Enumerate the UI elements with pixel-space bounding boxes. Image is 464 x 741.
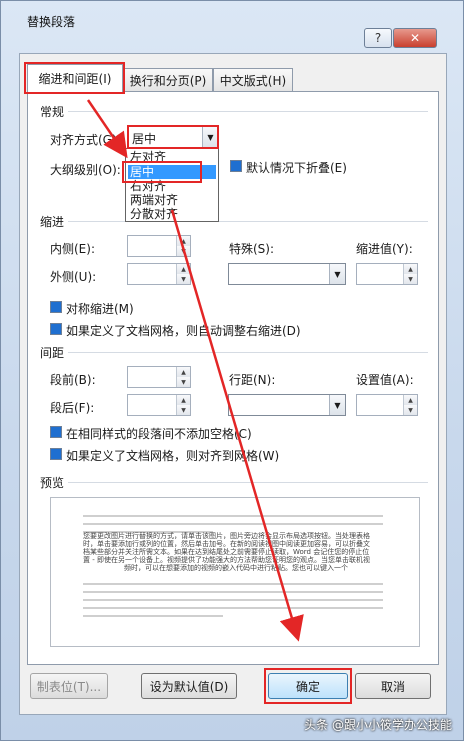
space-after-label: 段后(F):	[50, 401, 95, 415]
outside-indent-label: 外侧(U):	[50, 270, 97, 284]
preview-sample-line: 档某些部分并关注所需文本。如果在达到结尾处之前需要停止读取，Word 会记住您的…	[83, 548, 370, 556]
general-heading: 常规	[40, 105, 65, 119]
alignment-value: 居中	[132, 132, 157, 146]
preview-box: 您要更改图片进行替换的方式，请单击该图片，图片旁边将会显示布局选项按钮。当处理表…	[50, 497, 420, 647]
align-option-distributed[interactable]: 分散对齐	[128, 207, 216, 221]
divider	[68, 352, 428, 353]
tab-indents-spacing[interactable]: 缩进和间距(I)	[27, 64, 123, 92]
tabs-button[interactable]: 制表位(T)...	[30, 673, 108, 699]
special-label: 特殊(S):	[229, 242, 275, 256]
indent-by-spinner[interactable]: ▲ ▼	[356, 263, 418, 285]
inside-indent-spinner[interactable]: ▲ ▼	[127, 235, 191, 257]
outside-indent-spinner[interactable]: ▲ ▼	[127, 263, 191, 285]
snap-to-grid-checkbox[interactable]	[50, 448, 62, 460]
indent-by-label: 缩进值(Y):	[356, 242, 413, 256]
spacing-at-label: 设置值(A):	[356, 373, 414, 387]
indent-heading: 缩进	[40, 215, 65, 229]
spin-up-icon[interactable]: ▲	[403, 395, 417, 405]
chevron-down-icon[interactable]: ▼	[329, 264, 345, 284]
collapse-default-checkbox[interactable]	[230, 160, 242, 172]
no-space-same-style-label: 在相同样式的段落间不添加空格(C)	[66, 427, 252, 441]
alignment-select[interactable]: 居中 ▼	[127, 126, 219, 148]
spin-down-icon[interactable]: ▼	[403, 274, 417, 284]
tab-asian-typography[interactable]: 中文版式(H)	[213, 68, 293, 91]
preview-next-paragraph	[83, 608, 389, 617]
align-option-left[interactable]: 左对齐	[128, 150, 216, 164]
mirror-indent-label: 对称缩进(M)	[66, 302, 134, 316]
preview-prev-paragraph	[83, 524, 389, 533]
preview-next-paragraph	[83, 600, 389, 609]
set-default-button[interactable]: 设为默认值(D)	[141, 673, 237, 699]
preview-sample-line: 置 - 即使在另一个设备上。视频提供了功能强大的方法帮助您证明您的观点。当您单击…	[83, 556, 370, 564]
spin-down-icon[interactable]: ▼	[176, 377, 190, 387]
spin-up-icon[interactable]: ▲	[176, 236, 190, 246]
spacing-at-spinner[interactable]: ▲ ▼	[356, 394, 418, 416]
divider	[68, 482, 428, 483]
preview-prev-paragraph	[83, 508, 389, 517]
alignment-label: 对齐方式(G):	[50, 133, 121, 147]
spin-down-icon[interactable]: ▼	[176, 274, 190, 284]
dialog-title: 替换段落	[27, 15, 76, 29]
preview-next-paragraph	[83, 584, 389, 593]
mirror-indent-checkbox[interactable]	[50, 301, 62, 313]
spacing-heading: 间距	[40, 346, 65, 360]
spin-down-icon[interactable]: ▼	[176, 405, 190, 415]
space-before-spinner[interactable]: ▲ ▼	[127, 366, 191, 388]
align-option-justify[interactable]: 两端对齐	[128, 193, 216, 207]
align-option-right[interactable]: 右对齐	[128, 179, 216, 193]
chevron-down-icon[interactable]: ▼	[202, 127, 218, 147]
inside-indent-label: 内侧(E):	[50, 242, 95, 256]
special-indent-select[interactable]: ▼	[228, 263, 346, 285]
divider	[68, 221, 428, 222]
preview-sample-line: 时，单击要添加行或列的位置，然后单击加号。在新的阅读视图中阅读更加容易，可以折叠…	[83, 540, 370, 548]
preview-sample-line: 频时，可以在想要添加的视频的嵌入代码中进行粘贴。您也可以键入一个	[124, 564, 348, 572]
chevron-down-icon[interactable]: ▼	[329, 395, 345, 415]
preview-heading: 预览	[40, 476, 65, 490]
tab-line-page-breaks[interactable]: 换行和分页(P)	[123, 68, 213, 91]
preview-sample-line: 您要更改图片进行替换的方式，请单击该图片，图片旁边将会显示布局选项按钮。当处理表…	[83, 532, 370, 540]
spin-up-icon[interactable]: ▲	[176, 395, 190, 405]
line-spacing-label: 行距(N):	[229, 373, 276, 387]
auto-adjust-label: 如果定义了文档网格，则自动调整右缩进(D)	[66, 324, 301, 338]
auto-adjust-checkbox[interactable]	[50, 323, 62, 335]
preview-prev-paragraph	[83, 516, 389, 525]
no-space-same-style-checkbox[interactable]	[50, 426, 62, 438]
spin-down-icon[interactable]: ▼	[176, 246, 190, 256]
collapse-default-label: 默认情况下折叠(E)	[246, 161, 347, 175]
ok-button[interactable]: 确定	[268, 673, 348, 699]
close-button[interactable]: ✕	[393, 28, 437, 48]
spin-up-icon[interactable]: ▲	[176, 264, 190, 274]
spin-up-icon[interactable]: ▲	[176, 367, 190, 377]
spin-up-icon[interactable]: ▲	[403, 264, 417, 274]
outline-level-label: 大纲级别(O):	[50, 163, 121, 177]
preview-next-paragraph	[83, 576, 389, 585]
alignment-options-list: 左对齐 居中 右对齐 两端对齐 分散对齐	[125, 148, 219, 222]
preview-next-paragraph	[83, 592, 389, 601]
cancel-button[interactable]: 取消	[355, 673, 431, 699]
spin-down-icon[interactable]: ▼	[403, 405, 417, 415]
align-option-center[interactable]: 居中	[128, 165, 216, 179]
space-before-label: 段前(B):	[50, 373, 96, 387]
snap-to-grid-label: 如果定义了文档网格，则对齐到网格(W)	[66, 449, 280, 463]
help-button[interactable]: ?	[364, 28, 392, 48]
line-spacing-select[interactable]: ▼	[228, 394, 346, 416]
space-after-spinner[interactable]: ▲ ▼	[127, 394, 191, 416]
watermark: 头条 @跟小小筱学办公技能	[304, 718, 452, 732]
divider	[68, 111, 428, 112]
